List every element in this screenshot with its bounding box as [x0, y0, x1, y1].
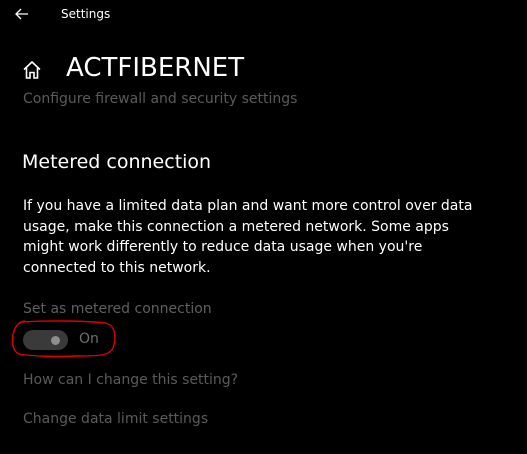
toggle-knob	[51, 336, 60, 345]
back-arrow-icon	[15, 8, 28, 20]
help-link[interactable]: How can I change this setting?	[23, 372, 238, 388]
home-icon	[23, 60, 41, 79]
toggle-state-label: On	[79, 331, 99, 347]
toggle-track	[23, 330, 68, 350]
section-title-metered: Metered connection	[22, 151, 212, 173]
title-bar: Settings	[0, 0, 527, 30]
window-title: Settings	[61, 7, 111, 21]
metered-description: If you have a limited data plan and want…	[23, 198, 473, 276]
data-limit-link[interactable]: Change data limit settings	[23, 411, 208, 427]
firewall-settings-link[interactable]: Configure firewall and security settings	[23, 91, 297, 107]
page-title: ACTFIBERNET	[66, 53, 245, 83]
back-button[interactable]	[10, 4, 34, 24]
metered-toggle-label: Set as metered connection	[23, 301, 212, 317]
metered-connection-toggle[interactable]	[23, 330, 68, 350]
